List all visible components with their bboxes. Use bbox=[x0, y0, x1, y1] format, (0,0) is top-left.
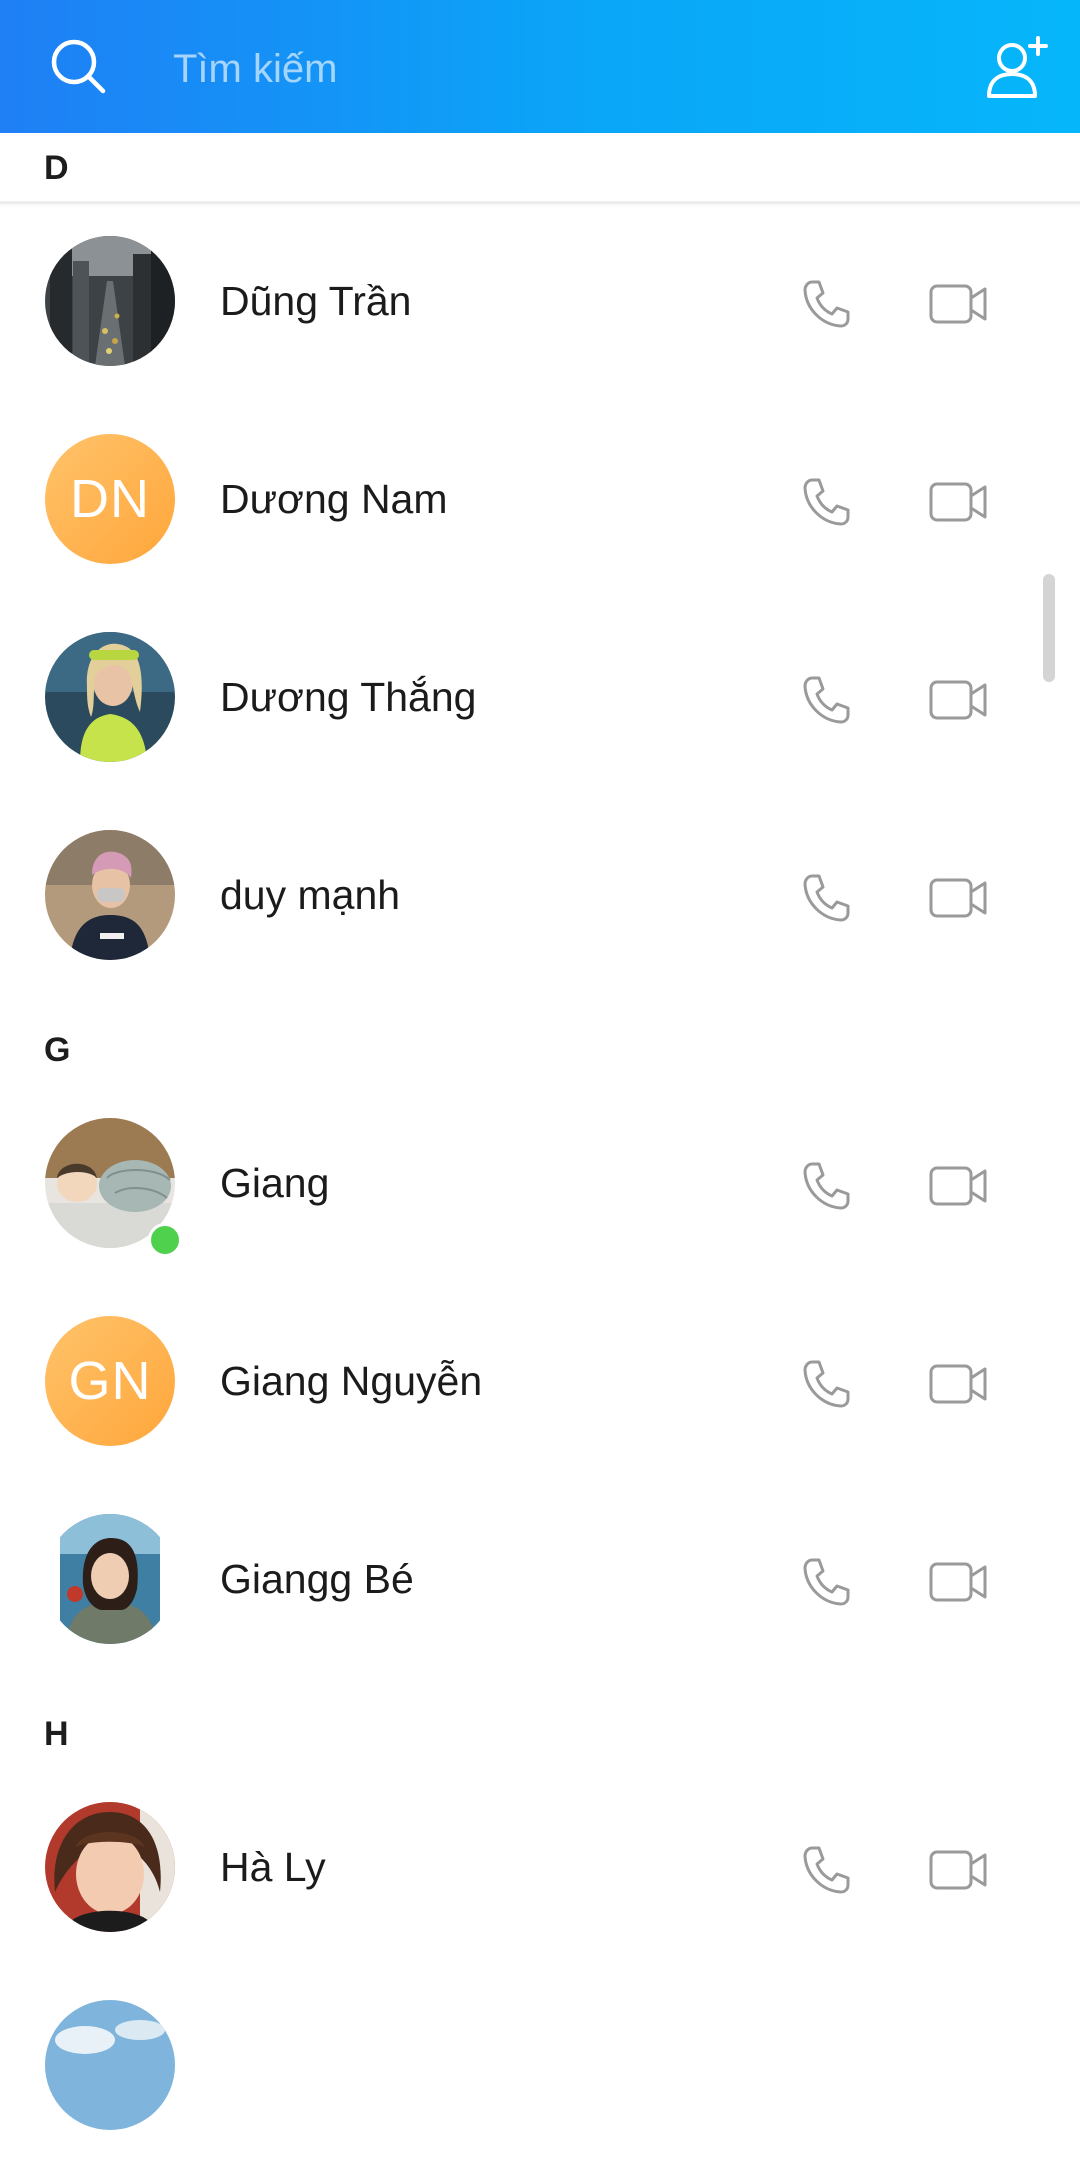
avatar[interactable] bbox=[45, 1514, 175, 1644]
contact-name: Dương Thắng bbox=[220, 674, 477, 720]
contact-row[interactable] bbox=[0, 1970, 1080, 2160]
contact-name: Dương Nam bbox=[220, 476, 448, 522]
section-header-d: D bbox=[0, 133, 1080, 204]
video-camera-icon[interactable] bbox=[928, 1356, 990, 1412]
avatar[interactable] bbox=[45, 1802, 175, 1932]
section-letter: D bbox=[44, 149, 69, 187]
search-icon[interactable] bbox=[48, 36, 108, 96]
contact-row[interactable]: Giangg Bé bbox=[0, 1484, 1080, 1674]
section-letter: H bbox=[44, 1715, 69, 1753]
avatar[interactable] bbox=[45, 632, 175, 762]
contact-name: Giangg Bé bbox=[220, 1556, 414, 1602]
phone-icon[interactable] bbox=[798, 1158, 854, 1214]
phone-icon[interactable] bbox=[798, 870, 854, 926]
phone-icon[interactable] bbox=[798, 276, 854, 332]
contact-row[interactable]: GN Giang Nguyễn bbox=[0, 1286, 1080, 1476]
phone-icon[interactable] bbox=[798, 1356, 854, 1412]
search-input[interactable]: Tìm kiếm bbox=[173, 44, 337, 94]
online-status-dot bbox=[148, 1223, 182, 1257]
contact-name: Giang Nguyễn bbox=[220, 1358, 483, 1404]
add-friend-icon[interactable] bbox=[985, 34, 1051, 100]
contact-name: Dũng Trần bbox=[220, 278, 412, 324]
contact-name: Hà Ly bbox=[220, 1844, 326, 1890]
phone-icon[interactable] bbox=[798, 672, 854, 728]
contact-row[interactable]: Dũng Trần bbox=[0, 206, 1080, 396]
scrollbar-thumb[interactable] bbox=[1043, 574, 1055, 682]
contact-row[interactable]: duy mạnh bbox=[0, 800, 1080, 990]
avatar[interactable] bbox=[45, 236, 175, 366]
video-camera-icon[interactable] bbox=[928, 870, 990, 926]
video-camera-icon[interactable] bbox=[928, 1554, 990, 1610]
video-camera-icon[interactable] bbox=[928, 474, 990, 530]
video-camera-icon[interactable] bbox=[928, 1158, 990, 1214]
top-bar: Tìm kiếm bbox=[0, 0, 1080, 133]
video-camera-icon[interactable] bbox=[928, 276, 990, 332]
avatar[interactable] bbox=[45, 2000, 175, 2130]
avatar-initials[interactable]: DN bbox=[45, 434, 175, 564]
video-camera-icon[interactable] bbox=[928, 672, 990, 728]
contact-name: duy mạnh bbox=[220, 872, 401, 918]
contact-row[interactable]: Giang bbox=[0, 1088, 1080, 1278]
contact-row[interactable]: DN Dương Nam bbox=[0, 404, 1080, 594]
phone-icon[interactable] bbox=[798, 1842, 854, 1898]
phone-icon[interactable] bbox=[798, 1554, 854, 1610]
phone-icon[interactable] bbox=[798, 474, 854, 530]
video-camera-icon[interactable] bbox=[928, 1842, 990, 1898]
section-letter: G bbox=[44, 1031, 71, 1069]
contact-row[interactable]: Hà Ly bbox=[0, 1772, 1080, 1962]
contact-row[interactable]: Dương Thắng bbox=[0, 602, 1080, 792]
contact-name: Giang bbox=[220, 1160, 330, 1206]
avatar-initials[interactable]: GN bbox=[45, 1316, 175, 1446]
avatar[interactable] bbox=[45, 830, 175, 960]
